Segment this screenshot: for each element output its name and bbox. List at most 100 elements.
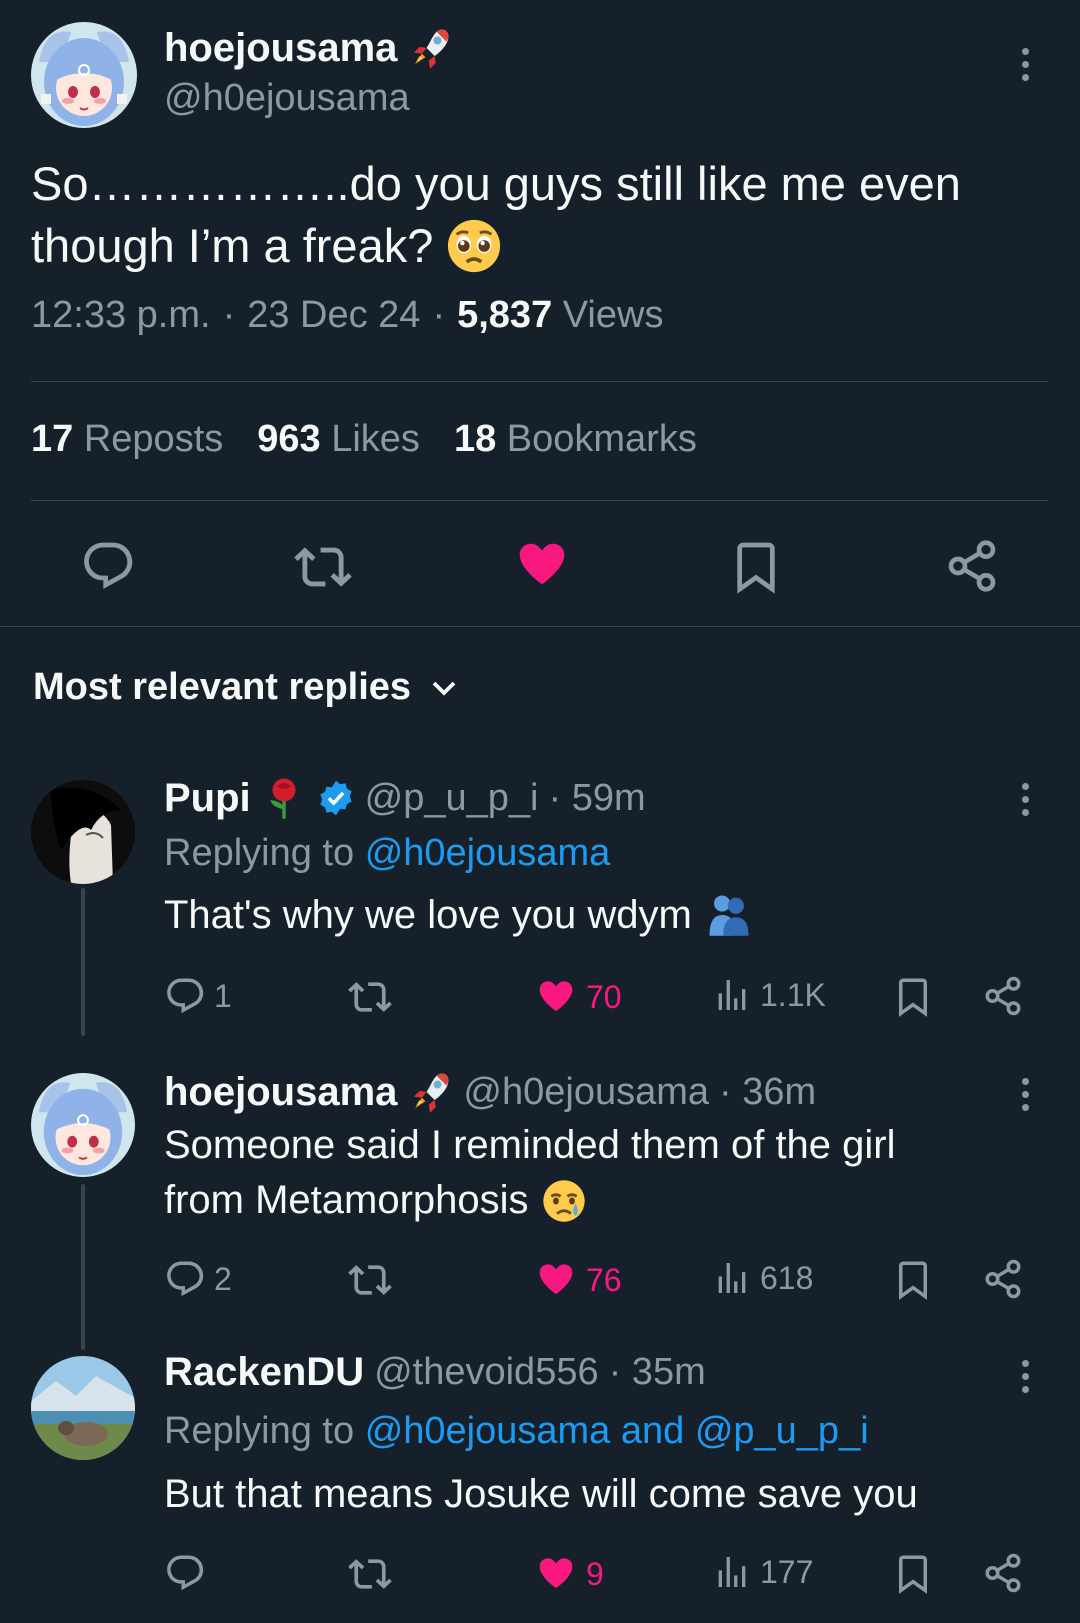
bookmark-icon[interactable]	[728, 538, 784, 594]
share-icon[interactable]	[982, 1258, 1024, 1300]
post-text: So……………..do you guys still like me even …	[31, 153, 1051, 277]
views-count: 177	[760, 1553, 814, 1590]
replying-to-link[interactable]: @h0ejousama and @p_u_p_i	[365, 1410, 869, 1452]
author-avatar[interactable]	[31, 22, 137, 128]
repost-button[interactable]	[348, 975, 392, 1019]
reply-icon	[164, 1258, 206, 1300]
reply-avatar[interactable]	[31, 1356, 135, 1460]
share-icon[interactable]	[944, 538, 1000, 594]
like-count: 70	[586, 978, 622, 1015]
replies-sort[interactable]: Most relevant replies	[33, 666, 459, 709]
views-icon	[712, 1258, 752, 1298]
like-button[interactable]: 70	[534, 975, 622, 1019]
bookmarks-stat[interactable]: 18 Bookmarks	[454, 418, 697, 461]
share-icon[interactable]	[982, 1552, 1024, 1594]
views-icon	[712, 975, 752, 1015]
reply-author-name[interactable]: hoejousama	[164, 1070, 397, 1115]
reposts-stat[interactable]: 17 Reposts	[31, 418, 223, 461]
reply-author-handle[interactable]: @h0ejousama	[463, 1071, 709, 1114]
bookmark-icon[interactable]	[892, 975, 934, 1017]
reply-age[interactable]: · 36m	[719, 1071, 816, 1114]
reply-author-name[interactable]: Pupi	[164, 776, 251, 821]
reply-button[interactable]: 2	[164, 1258, 232, 1300]
like-button[interactable]: 76	[534, 1258, 622, 1302]
repost-icon	[348, 975, 392, 1019]
reply-text: Someone said I reminded them of the girl…	[164, 1123, 896, 1222]
heart-icon	[534, 975, 578, 1019]
replies-header: Most relevant replies	[33, 666, 412, 708]
thread-line	[81, 1184, 85, 1350]
reply-text: That's why we love you wdym	[164, 892, 752, 938]
views-button[interactable]: 1.1K	[712, 975, 826, 1015]
crying-face-emoji	[542, 1179, 585, 1222]
reply-icon	[164, 1552, 206, 1594]
reply-age[interactable]: · 35m	[609, 1351, 706, 1394]
reply-count: 2	[214, 1260, 232, 1297]
reply-author-handle[interactable]: @p_u_p_i	[365, 777, 539, 820]
chevron-down-icon	[432, 681, 456, 696]
like-count: 9	[586, 1555, 604, 1592]
repost-icon	[348, 1552, 392, 1596]
heart-icon	[534, 1258, 578, 1302]
replying-to-link[interactable]: @h0ejousama	[365, 832, 611, 874]
likes-stat[interactable]: 963 Likes	[257, 418, 420, 461]
reply-header: RackenDU @thevoid556 · 35m	[164, 1350, 706, 1395]
more-icon[interactable]	[1020, 783, 1030, 816]
views-button[interactable]: 177	[712, 1552, 813, 1592]
heart-icon	[534, 1552, 578, 1596]
reply-author-handle[interactable]: @thevoid556	[374, 1351, 599, 1394]
thread-line	[81, 888, 85, 1036]
reply-actions: 1 70 1.1K	[164, 975, 1034, 1019]
pleading-face-emoji	[448, 219, 501, 273]
reply-avatar[interactable]	[31, 1073, 135, 1177]
replying-to: Replying to @h0ejousama and @p_u_p_i	[164, 1410, 869, 1452]
share-icon[interactable]	[982, 975, 1024, 1017]
views-count: 1.1K	[760, 976, 826, 1013]
verified-badge-icon	[319, 780, 352, 816]
views-icon	[712, 1552, 752, 1592]
more-icon[interactable]	[1020, 1078, 1030, 1111]
reply-icon[interactable]	[80, 538, 136, 594]
reply-author-name[interactable]: RackenDU	[164, 1350, 364, 1395]
rose-emoji	[269, 778, 296, 819]
author-name[interactable]: hoejousama	[164, 26, 397, 71]
rocket-icon	[407, 25, 453, 71]
replying-to: Replying to @h0ejousama	[164, 832, 611, 874]
reply-age[interactable]: · 59m	[549, 777, 646, 820]
reply-header: hoejousama @h0ejousama · 36m	[164, 1069, 816, 1115]
like-button[interactable]: 9	[534, 1552, 604, 1596]
reply-count: 1	[214, 977, 232, 1014]
repost-icon[interactable]	[294, 538, 352, 596]
repost-button[interactable]	[348, 1552, 392, 1596]
more-icon[interactable]	[1020, 48, 1030, 81]
divider	[0, 626, 1080, 627]
post-time[interactable]: 12:33 p.m.	[31, 294, 211, 337]
post-meta: 12:33 p.m. · 23 Dec 24 · 5,837 Views	[31, 294, 664, 337]
reply-avatar[interactable]	[31, 780, 135, 884]
reply-button[interactable]	[164, 1552, 206, 1594]
more-icon[interactable]	[1020, 1360, 1030, 1393]
reply-text: But that means Josuke will come save you	[164, 1472, 918, 1516]
heart-icon[interactable]	[512, 535, 572, 595]
bookmark-icon[interactable]	[892, 1552, 934, 1594]
reply-header: Pupi @p_u_p_i · 59m	[164, 775, 646, 821]
author-handle[interactable]: @h0ejousama	[164, 77, 410, 120]
divider	[31, 381, 1048, 382]
post-date[interactable]: 23 Dec 24	[247, 294, 420, 337]
repost-icon	[348, 1258, 392, 1302]
post-stats: 17 Reposts 963 Likes 18 Bookmarks	[31, 418, 697, 461]
reply-icon	[164, 975, 206, 1017]
bookmark-icon[interactable]	[892, 1258, 934, 1300]
views-count: 618	[760, 1259, 814, 1296]
hug-emoji	[709, 895, 749, 936]
views-count: 5,837	[457, 294, 553, 336]
reply-button[interactable]: 1	[164, 975, 232, 1017]
reply-actions: 9 177	[164, 1552, 1034, 1596]
divider	[31, 500, 1048, 501]
repost-button[interactable]	[348, 1258, 392, 1302]
views-label: Views	[562, 294, 664, 336]
views-button[interactable]: 618	[712, 1258, 813, 1298]
like-count: 76	[586, 1261, 622, 1298]
reply-actions: 2 76 618	[164, 1258, 1034, 1302]
rocket-icon	[407, 1069, 453, 1115]
